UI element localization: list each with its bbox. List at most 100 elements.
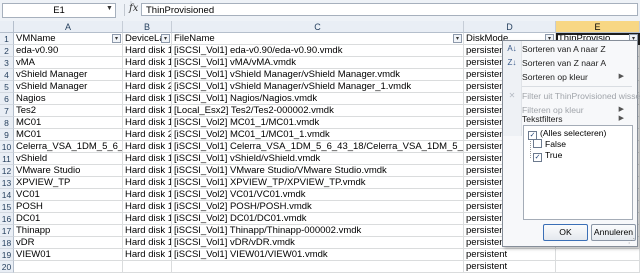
table-cell[interactable]: Hard disk 1 — [123, 225, 172, 237]
row-header[interactable]: 12 — [0, 165, 14, 177]
row-header[interactable]: 3 — [0, 57, 14, 69]
table-cell[interactable]: persistent — [464, 261, 556, 273]
table-cell[interactable]: VC01 — [14, 189, 123, 201]
table-cell[interactable]: MC01 — [14, 129, 123, 141]
row-header[interactable]: 14 — [0, 189, 14, 201]
row-header[interactable]: 11 — [0, 153, 14, 165]
table-cell[interactable] — [123, 261, 172, 273]
checkbox-true[interactable]: ✓ — [533, 153, 542, 162]
table-cell[interactable]: POSH — [14, 201, 123, 213]
filter-dropdown-icon[interactable]: ▾ — [161, 34, 170, 43]
table-cell[interactable]: Tes2 — [14, 105, 123, 117]
row-header[interactable]: 7 — [0, 105, 14, 117]
row-header[interactable]: 8 — [0, 117, 14, 129]
table-cell[interactable]: vDR — [14, 237, 123, 249]
table-cell[interactable]: [iSCSI_Vol1] eda-v0.90/eda-v0.90.vmdk — [172, 45, 464, 57]
table-cell[interactable]: Hard disk 1 — [123, 141, 172, 153]
table-cell[interactable]: [iSCSI_Vol2] DC01/DC01.vmdk — [172, 213, 464, 225]
filter-value-false[interactable]: False — [533, 139, 566, 150]
row-header[interactable]: 16 — [0, 213, 14, 225]
table-cell[interactable]: [iSCSI_Vol1] VMware Studio/VMware Studio… — [172, 165, 464, 177]
table-cell[interactable]: [iSCSI_Vol2] MC01_1/MC01_1.vmdk — [172, 129, 464, 141]
row-header[interactable]: 6 — [0, 93, 14, 105]
name-box[interactable]: E1 — [2, 3, 116, 18]
table-cell[interactable]: Hard disk 1 — [123, 153, 172, 165]
table-cell[interactable] — [172, 261, 464, 273]
table-cell[interactable]: [Local_Esx2] Tes2/Tes2-000002.vmdk — [172, 105, 464, 117]
row-header[interactable]: 1 — [0, 33, 14, 45]
menu-clear-filter[interactable]: Filter uit ThinProvisioned wissen — [522, 90, 640, 102]
column-header-e[interactable]: E — [556, 21, 640, 33]
column-header-d[interactable]: D — [464, 21, 556, 33]
table-cell[interactable]: Hard disk 1 — [123, 213, 172, 225]
select-all-corner[interactable] — [0, 21, 14, 33]
table-cell[interactable]: [iSCSI_Vol1] vMA/vMA.vmdk — [172, 57, 464, 69]
table-cell[interactable]: [iSCSI_Vol1] Thinapp/Thinapp-000002.vmdk — [172, 225, 464, 237]
row-header[interactable]: 2 — [0, 45, 14, 57]
row-header[interactable]: 19 — [0, 249, 14, 261]
menu-sort-descending[interactable]: Sorteren van Z naar A — [522, 57, 606, 69]
menu-text-filters[interactable]: Tekstfilters ▶ — [522, 113, 630, 125]
formula-input[interactable]: ThinProvisioned — [141, 3, 638, 16]
table-cell[interactable] — [556, 261, 640, 273]
menu-sort-ascending[interactable]: Sorteren van A naar Z — [522, 43, 606, 55]
table-cell[interactable]: vShield Manager — [14, 69, 123, 81]
table-cell[interactable]: Hard disk 1 — [123, 237, 172, 249]
row-header[interactable]: 18 — [0, 237, 14, 249]
table-cell[interactable]: MC01 — [14, 117, 123, 129]
column-header-b[interactable]: B — [123, 21, 172, 33]
row-header[interactable]: 4 — [0, 69, 14, 81]
table-cell[interactable]: vShield Manager — [14, 81, 123, 93]
column-header-a[interactable]: A — [14, 21, 123, 33]
table-cell[interactable]: Hard disk 1 — [123, 69, 172, 81]
table-cell[interactable]: Hard disk 1 — [123, 177, 172, 189]
row-header[interactable]: 10 — [0, 141, 14, 153]
header-cell-a[interactable]: VMName ▾ — [14, 33, 123, 45]
table-cell[interactable] — [556, 249, 640, 261]
table-cell[interactable]: [iSCSI_Vol1] vShield Manager/vShield Man… — [172, 69, 464, 81]
table-cell[interactable]: Hard disk 1 — [123, 117, 172, 129]
row-header[interactable]: 15 — [0, 201, 14, 213]
table-cell[interactable]: [iSCSI_Vol1] VIEW01/VIEW01.vmdk — [172, 249, 464, 261]
table-cell[interactable]: [iSCSI_Vol1] vShield Manager/vShield Man… — [172, 81, 464, 93]
table-cell[interactable]: Hard disk 2 — [123, 81, 172, 93]
table-cell[interactable]: vMA — [14, 57, 123, 69]
table-cell[interactable]: DC01 — [14, 213, 123, 225]
filter-dropdown-icon[interactable]: ▾ — [112, 34, 121, 43]
table-cell[interactable]: Hard disk 1 — [123, 201, 172, 213]
filter-values-list[interactable]: ✓ (Alles selecteren) False ✓ True — [523, 125, 633, 220]
header-cell-c[interactable]: FileName ▾ — [172, 33, 464, 45]
checkbox-false[interactable] — [533, 139, 542, 148]
ok-button[interactable]: OK — [543, 224, 588, 241]
table-cell[interactable]: Hard disk 1 — [123, 93, 172, 105]
filter-value-true[interactable]: ✓ True — [533, 150, 562, 162]
table-cell[interactable] — [14, 261, 123, 273]
table-cell[interactable]: VIEW01 — [14, 249, 123, 261]
table-cell[interactable]: Hard disk 1 — [123, 45, 172, 57]
table-cell[interactable]: XPVIEW_TP — [14, 177, 123, 189]
table-cell[interactable]: persistent — [464, 249, 556, 261]
table-cell[interactable]: Hard disk 1 — [123, 57, 172, 69]
table-cell[interactable]: [iSCSI_Vol1] XPVIEW_TP/XPVIEW_TP.vmdk — [172, 177, 464, 189]
table-cell[interactable]: Hard disk 1 — [123, 105, 172, 117]
table-cell[interactable]: [iSCSI_Vol1] Nagios/Nagios.vmdk — [172, 93, 464, 105]
table-cell[interactable]: [iSCSI_Vol1] vShield/vShield.vmdk — [172, 153, 464, 165]
row-header[interactable]: 17 — [0, 225, 14, 237]
table-cell[interactable]: Celerra_VSA_1DM_5_6_43_18 — [14, 141, 123, 153]
table-cell[interactable]: Hard disk 1 — [123, 165, 172, 177]
table-cell[interactable]: eda-v0.90 — [14, 45, 123, 57]
table-cell[interactable]: [iSCSI_Vol2] VC01/VC01.vmdk — [172, 189, 464, 201]
menu-sort-by-color[interactable]: Sorteren op kleur ▶ — [522, 71, 630, 83]
table-cell[interactable]: Thinapp — [14, 225, 123, 237]
row-header[interactable]: 20 — [0, 261, 14, 273]
table-cell[interactable]: Hard disk 1 — [123, 189, 172, 201]
insert-function-icon[interactable]: fx — [129, 3, 138, 14]
table-cell[interactable]: [iSCSI_Vol2] MC01_1/MC01.vmdk — [172, 117, 464, 129]
row-header[interactable]: 9 — [0, 129, 14, 141]
table-cell[interactable]: VMware Studio — [14, 165, 123, 177]
table-cell[interactable]: Hard disk 1 — [123, 249, 172, 261]
header-cell-b[interactable]: DeviceLab ▾ — [123, 33, 172, 45]
table-cell[interactable]: [iSCSI_Vol2] POSH/POSH.vmdk — [172, 201, 464, 213]
row-header[interactable]: 5 — [0, 81, 14, 93]
table-cell[interactable]: [iSCSI_Vol1] Celerra_VSA_1DM_5_6_43_18/C… — [172, 141, 464, 153]
